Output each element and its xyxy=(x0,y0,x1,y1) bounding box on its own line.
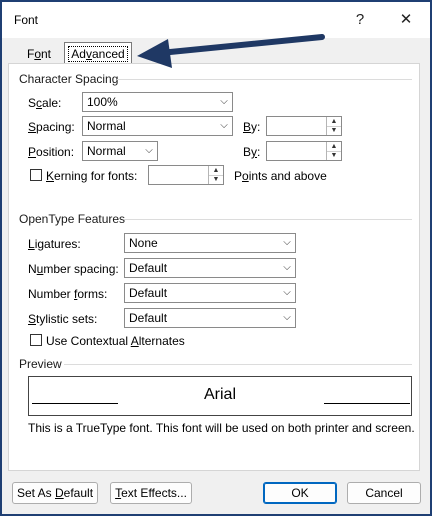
annotation-arrow-shaft xyxy=(157,34,325,56)
annotation-arrow-icon xyxy=(137,34,325,68)
annotation-arrow-head xyxy=(137,39,172,68)
